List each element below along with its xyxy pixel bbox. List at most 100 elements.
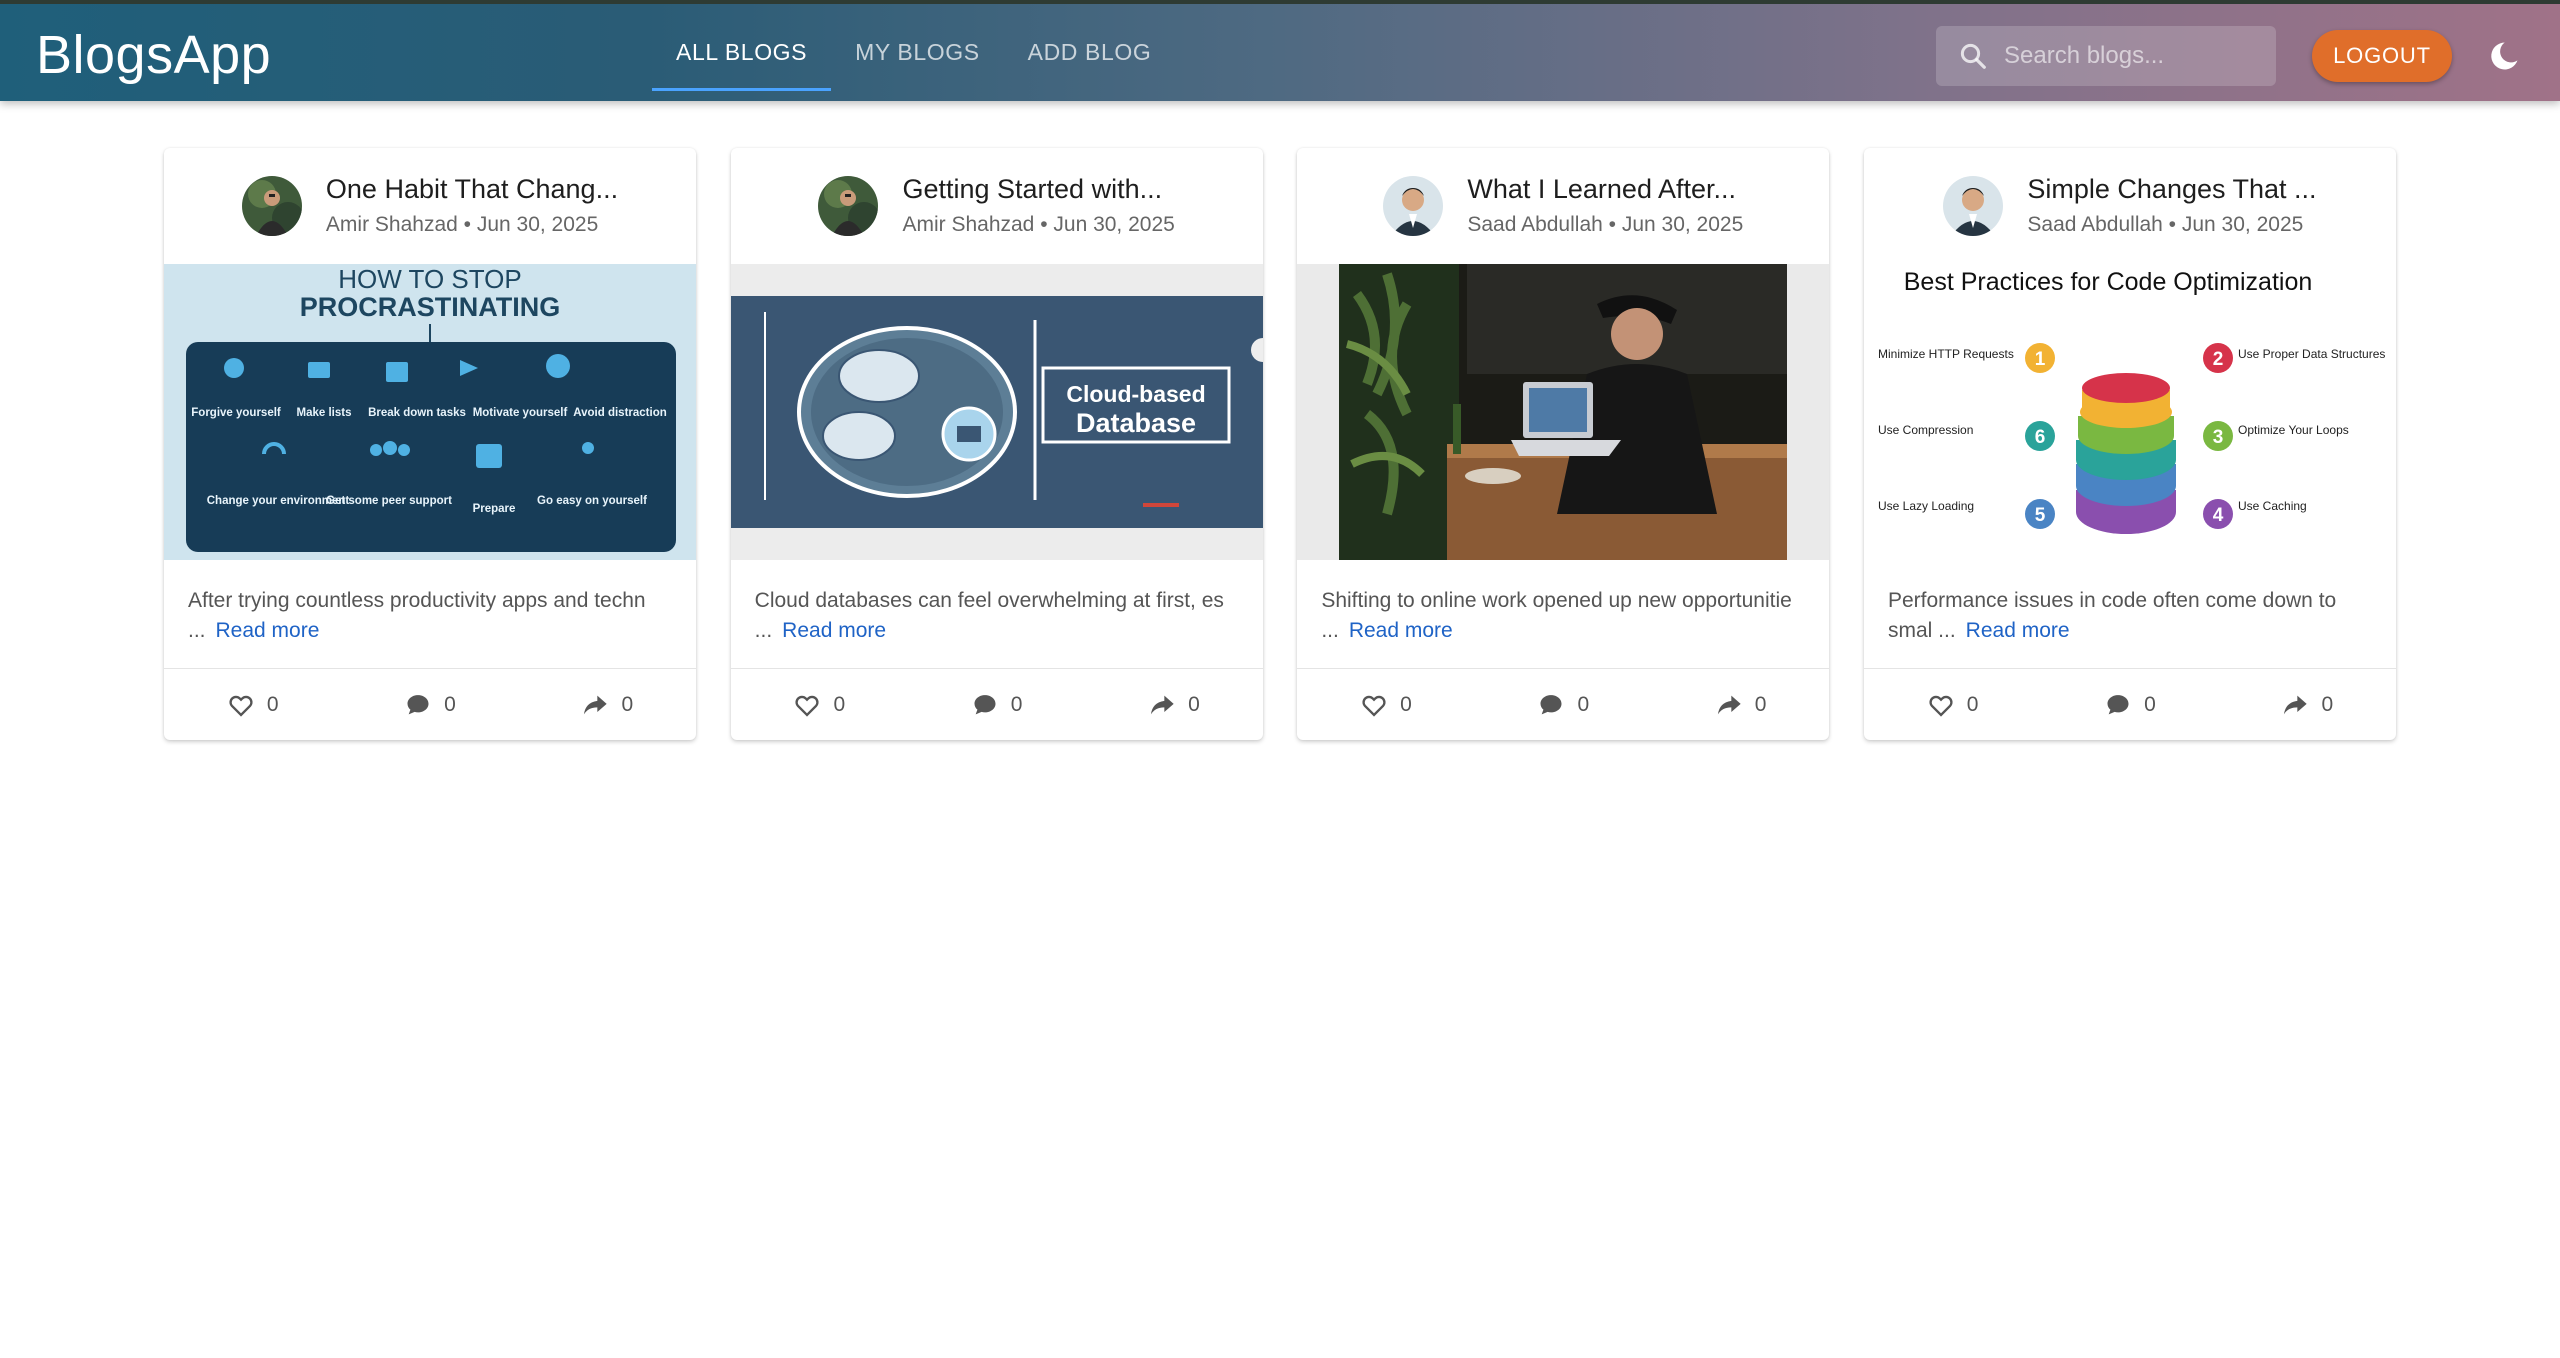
like-button[interactable]: 0	[1927, 691, 1979, 719]
step-number: 6	[2035, 427, 2046, 448]
search-box[interactable]	[1936, 26, 2276, 86]
step-number: 1	[2035, 349, 2046, 370]
tab-add-blog[interactable]: ADD BLOG	[1004, 4, 1176, 101]
like-count: 0	[833, 692, 846, 716]
read-more-link[interactable]: Read more	[782, 619, 886, 642]
card-title[interactable]: What I Learned After...	[1467, 172, 1743, 206]
card-title[interactable]: Getting Started with...	[902, 172, 1174, 206]
share-count: 0	[1754, 692, 1767, 716]
excerpt-ellipsis: ...	[188, 619, 206, 642]
like-count: 0	[1966, 692, 1979, 716]
comment-icon	[974, 694, 996, 714]
share-button[interactable]: 0	[581, 691, 633, 719]
image-item: Optimize Your Loops	[2238, 423, 2349, 437]
theme-toggle-button[interactable]	[2484, 36, 2524, 76]
card-title[interactable]: Simple Changes That ...	[2027, 172, 2316, 206]
comment-count: 0	[2144, 692, 2156, 716]
card-image[interactable]	[1297, 264, 1830, 560]
comment-count: 0	[1577, 692, 1590, 716]
comment-icon	[1540, 694, 1562, 714]
share-icon	[1717, 695, 1741, 714]
read-more-link[interactable]: Read more	[1966, 619, 2070, 642]
card-image[interactable]: Best Practices for Code Optimization Min…	[1863, 264, 2396, 560]
blog-card[interactable]: One Habit That Chang... Amir Shahzad • J…	[164, 148, 696, 740]
heart-icon	[795, 695, 820, 717]
card-actions: 0 0 0	[1297, 668, 1830, 740]
like-count: 0	[1400, 692, 1412, 716]
card-excerpt: Performance issues in code often come do…	[1864, 560, 2396, 668]
blog-list: One Habit That Chang... Amir Shahzad • J…	[164, 148, 2396, 740]
avatar	[1943, 176, 2004, 236]
card-title[interactable]: One Habit That Chang...	[326, 172, 618, 206]
heart-icon	[229, 695, 253, 717]
image-item: Use Lazy Loading	[1878, 499, 1974, 513]
share-icon	[1151, 695, 1174, 714]
excerpt-ellipsis: ...	[1321, 619, 1339, 642]
blog-card[interactable]: Getting Started with... Amir Shahzad • J…	[730, 148, 1263, 740]
card-excerpt: Shifting to online work opened up new op…	[1297, 560, 1829, 668]
card-header: What I Learned After... Saad Abdullah • …	[1297, 148, 1829, 264]
step-number: 2	[2213, 349, 2224, 370]
excerpt-text-cont: smal	[1887, 619, 1933, 642]
share-button[interactable]: 0	[2281, 691, 2333, 719]
excerpt-ellipsis: ...	[1938, 619, 1956, 642]
card-actions: 0 0 0	[730, 668, 1263, 740]
comment-button[interactable]: 0	[971, 691, 1022, 719]
search-input[interactable]	[2004, 42, 2264, 70]
image-item: Get some peer support	[326, 495, 452, 507]
heart-icon	[1929, 695, 1953, 717]
like-button[interactable]: 0	[1360, 691, 1412, 719]
read-more-link[interactable]: Read more	[216, 619, 320, 642]
image-item: Use Proper Data Structures	[2238, 347, 2385, 361]
search-icon	[1960, 43, 1986, 69]
read-more-link[interactable]: Read more	[1349, 619, 1453, 642]
avatar	[818, 176, 879, 236]
image-line-1: HOW TO STOP	[338, 264, 521, 294]
image-item: Use Caching	[2238, 499, 2307, 513]
main-nav: ALL BLOGS MY BLOGS ADD BLOG	[652, 4, 1175, 101]
brand-logo[interactable]: BlogsApp	[36, 24, 271, 86]
comment-button[interactable]: 0	[2104, 691, 2156, 719]
excerpt-text: Shifting to online work opened up new op…	[1321, 589, 1792, 612]
share-count: 0	[621, 692, 634, 716]
like-button[interactable]: 0	[227, 691, 279, 719]
card-actions: 0 0 0	[164, 668, 696, 740]
card-image[interactable]: Cloud-based Database	[730, 264, 1263, 560]
excerpt-text: After trying countless productivity apps…	[188, 589, 646, 612]
like-button[interactable]: 0	[793, 691, 845, 719]
image-item: Go easy on yourself	[537, 495, 647, 507]
image-line-2: Database	[1076, 408, 1196, 438]
share-button[interactable]: 0	[1148, 691, 1200, 719]
comment-icon	[2107, 694, 2129, 714]
card-meta: Amir Shahzad • Jun 30, 2025	[902, 213, 1175, 236]
comment-button[interactable]: 0	[404, 691, 456, 719]
step-number: 4	[2213, 505, 2224, 526]
comment-button[interactable]: 0	[1537, 691, 1589, 719]
heart-icon	[1362, 695, 1386, 717]
image-item: Make lists	[297, 407, 352, 419]
card-excerpt: Cloud databases can feel overwhelming at…	[731, 560, 1263, 668]
tab-all-blogs[interactable]: ALL BLOGS	[652, 4, 832, 101]
excerpt-text: Cloud databases can feel overwhelming at…	[754, 589, 1224, 612]
share-icon	[584, 695, 608, 714]
card-image[interactable]: HOW TO STOP PROCRASTINATING Forgive your…	[164, 264, 696, 560]
tab-my-blogs[interactable]: MY BLOGS	[831, 4, 1004, 101]
image-item: Avoid distraction	[573, 407, 667, 419]
like-count: 0	[266, 692, 279, 716]
blog-card[interactable]: What I Learned After... Saad Abdullah • …	[1297, 148, 1830, 740]
image-item: Use Compression	[1878, 423, 1973, 437]
image-line-1: Cloud-based	[1066, 381, 1205, 407]
comment-count: 0	[444, 692, 456, 716]
card-excerpt: After trying countless productivity apps…	[164, 560, 696, 668]
step-number: 3	[2213, 427, 2224, 448]
share-count: 0	[1188, 692, 1200, 716]
image-item: Forgive yourself	[191, 407, 281, 419]
card-meta: Saad Abdullah • Jun 30, 2025	[2027, 213, 2304, 236]
share-button[interactable]: 0	[1715, 691, 1767, 719]
moon-icon	[2491, 42, 2518, 70]
image-line-2: PROCRASTINATING	[300, 292, 561, 322]
share-count: 0	[2321, 692, 2334, 716]
card-meta: Saad Abdullah • Jun 30, 2025	[1467, 213, 1744, 236]
logout-button[interactable]: LOGOUT	[2312, 30, 2452, 82]
blog-card[interactable]: Simple Changes That ... Saad Abdullah • …	[1863, 148, 2396, 740]
